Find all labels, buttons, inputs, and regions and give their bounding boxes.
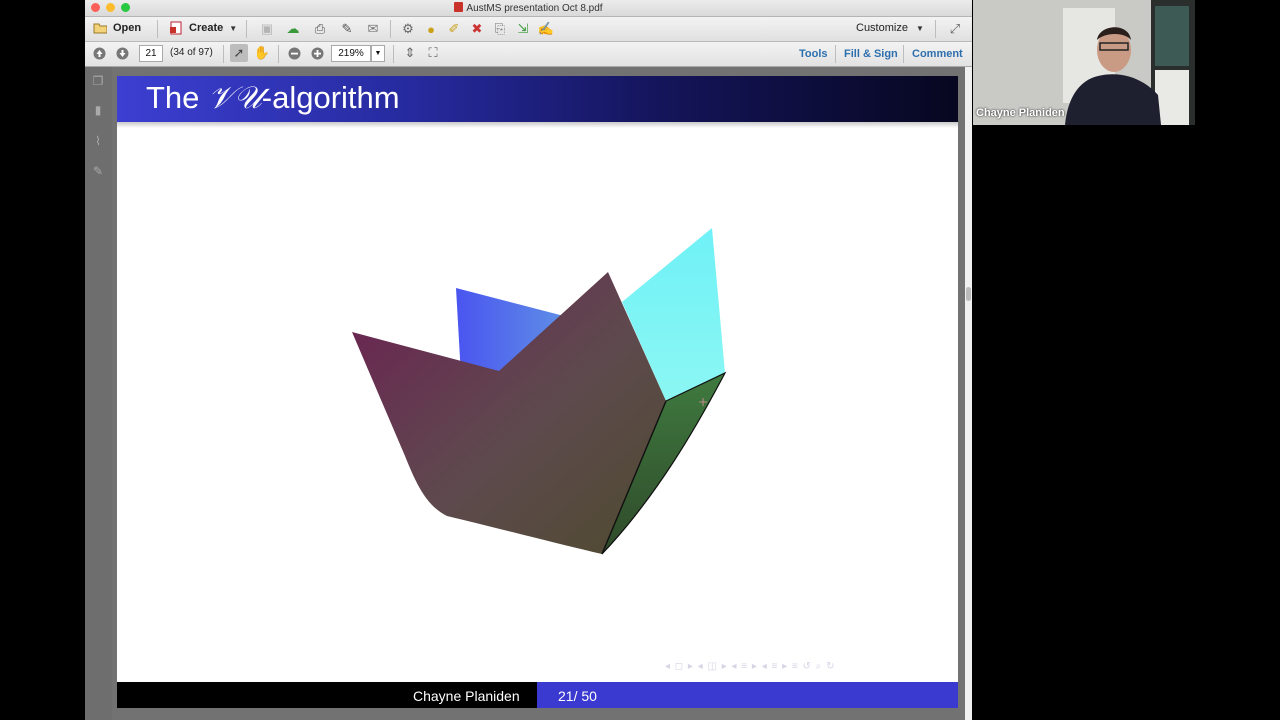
divider xyxy=(246,20,247,38)
divider xyxy=(390,20,391,38)
participant-name: Chayne Planiden xyxy=(976,107,1065,119)
comment-link[interactable]: Comment xyxy=(912,48,963,60)
create-label: Create xyxy=(189,22,224,34)
pdf-file-icon xyxy=(454,2,464,12)
divider xyxy=(935,20,936,38)
zoom-dropdown-button[interactable]: ▼ xyxy=(371,45,385,62)
chevron-down-icon: ▼ xyxy=(229,23,238,33)
customize-label: Customize xyxy=(856,22,908,34)
zoom-level-input[interactable]: 219% xyxy=(331,45,371,62)
fill-sign-link[interactable]: Fill & Sign xyxy=(844,48,898,60)
print-icon[interactable]: ⎙ xyxy=(313,21,327,36)
fit-page-icon[interactable]: ⛶ xyxy=(426,45,440,60)
highlight-icon[interactable]: ✐ xyxy=(447,21,461,36)
zoom-out-icon[interactable] xyxy=(287,46,301,60)
pdf-page: The 𝒱𝒰-algorithm + ◂ ◻ ▸ ◂ ◫ ▸ ◂ ≡ ▸ ◂ ≡… xyxy=(117,76,958,708)
customize-button[interactable]: Customize ▼ xyxy=(856,22,924,34)
cursor-crosshair-icon: + xyxy=(698,395,708,409)
paperclip-icon[interactable]: ⌇ xyxy=(91,134,105,148)
slide-footer-page-bar xyxy=(537,682,958,708)
divider xyxy=(903,45,904,63)
previous-page-icon[interactable] xyxy=(92,46,106,60)
divider xyxy=(393,45,394,63)
window-title-text: AustMS presentation Oct 8.pdf xyxy=(466,3,603,14)
cursor-icon: ➚ xyxy=(233,45,245,60)
bookmark-icon[interactable]: ▮ xyxy=(91,103,105,117)
page-thumbnails-icon[interactable]: ❐ xyxy=(91,74,105,88)
chevron-down-icon: ▼ xyxy=(915,23,924,33)
window-title: AustMS presentation Oct 8.pdf xyxy=(85,2,972,14)
divider xyxy=(835,45,836,63)
attach-icon[interactable]: ⎘ xyxy=(493,21,507,36)
slide-footer-page-number: 21/ 50 xyxy=(558,688,597,704)
next-page-icon[interactable] xyxy=(115,46,129,60)
tools-link[interactable]: Tools xyxy=(799,48,828,60)
navigation-pane: ❐ ▮ ⌇ ✎ xyxy=(85,67,112,720)
comment-bubble-icon[interactable]: ● xyxy=(424,22,438,37)
scrollbar-thumb[interactable] xyxy=(966,287,971,301)
navigation-toolbar: 21 (34 of 97) ➚ ✋ 219% ▼ ⇕ ⛶ Tools Fill … xyxy=(85,42,972,67)
title-bar: AustMS presentation Oct 8.pdf xyxy=(85,0,972,17)
select-tool-button[interactable]: ➚ xyxy=(230,44,248,62)
export-icon[interactable]: ⇲ xyxy=(516,21,530,36)
divider xyxy=(157,20,158,38)
hand-tool-icon[interactable]: ✋ xyxy=(254,45,270,60)
save-icon[interactable]: ▣ xyxy=(260,21,274,36)
beamer-navigation-symbols[interactable]: ◂ ◻ ▸ ◂ ◫ ▸ ◂ ≡ ▸ ◂ ≡ ▸ ≡ ↺ ⌕ ↻ xyxy=(665,661,835,672)
3d-surface-plot: + xyxy=(352,228,727,555)
folder-icon xyxy=(93,21,107,35)
open-label: Open xyxy=(113,22,142,34)
page-number-input[interactable]: 21 xyxy=(139,45,163,62)
cloud-upload-icon[interactable]: ☁ xyxy=(286,21,300,36)
webcam-video: Chayne Planiden xyxy=(973,0,1195,125)
email-icon[interactable]: ✉ xyxy=(366,21,380,36)
zoom-in-icon[interactable] xyxy=(310,46,324,60)
main-toolbar: Open Create ▼ ▣ ☁ ⎙ ✎ ✉ ⚙ ● ✐ ✖ ⎘ ⇲ ✍ Cu… xyxy=(85,17,972,42)
pdf-viewer-window: AustMS presentation Oct 8.pdf Open Creat… xyxy=(85,0,972,720)
divider xyxy=(223,45,224,63)
signature-icon[interactable]: ✎ xyxy=(91,164,105,178)
fit-width-icon[interactable]: ⇕ xyxy=(403,45,417,60)
edit-icon[interactable]: ✎ xyxy=(340,21,354,36)
gear-icon[interactable]: ⚙ xyxy=(401,21,415,36)
create-button[interactable]: Create ▼ xyxy=(169,21,237,35)
delete-icon[interactable]: ✖ xyxy=(470,21,484,36)
create-pdf-icon xyxy=(169,21,183,35)
expand-icon[interactable]: ⤢ xyxy=(948,21,962,36)
sign-icon[interactable]: ✍ xyxy=(538,21,554,36)
slide-footer-author: Chayne Planiden xyxy=(413,688,520,704)
divider xyxy=(278,45,279,63)
vertical-scrollbar[interactable] xyxy=(965,67,972,720)
open-button[interactable]: Open xyxy=(93,21,141,35)
page-count: (34 of 97) xyxy=(170,47,213,58)
